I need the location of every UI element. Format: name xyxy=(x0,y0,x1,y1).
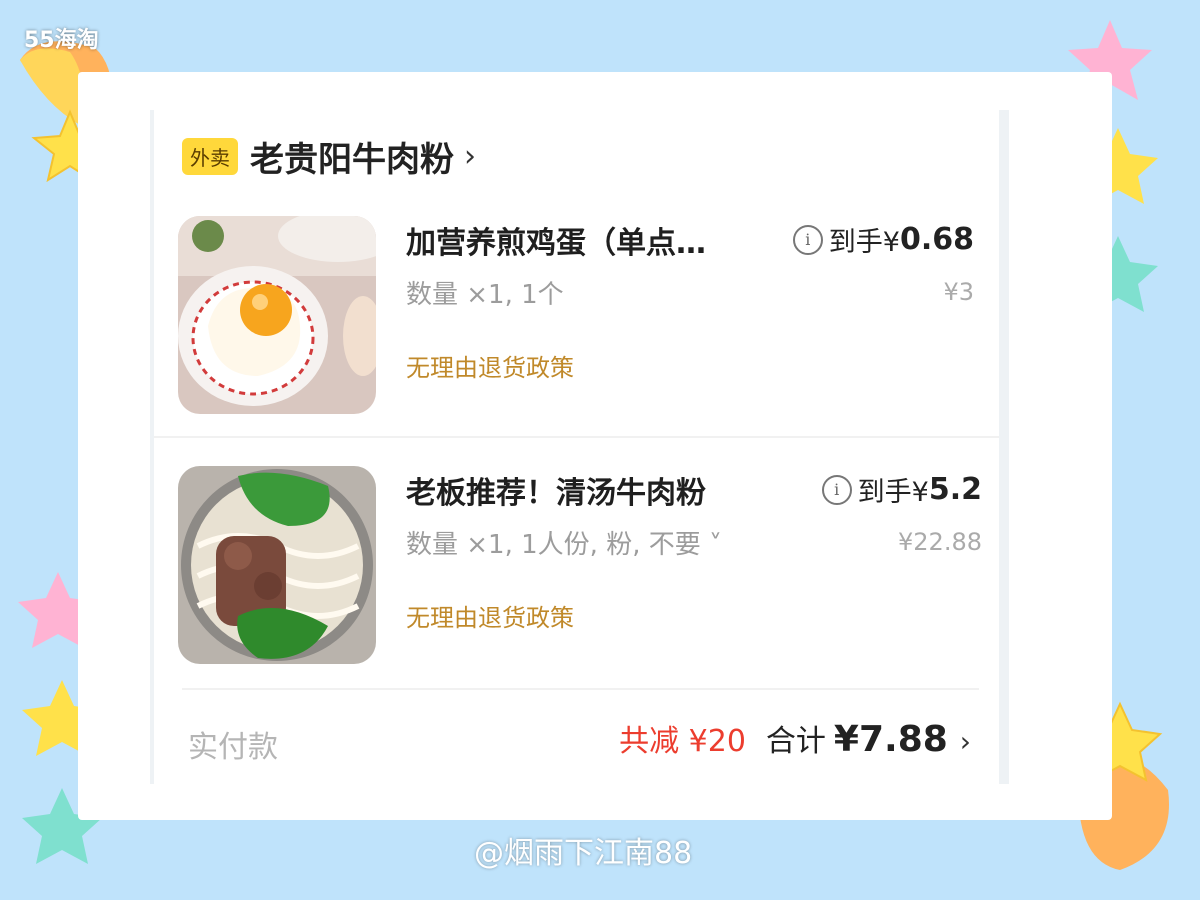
item-title: 加营养煎鸡蛋（单点… xyxy=(406,226,706,261)
beef-noodle-image xyxy=(178,466,376,664)
total-summary[interactable]: 共减 ¥20 合计 ¥7.88 › xyxy=(619,716,971,760)
store-header[interactable]: 外卖 老贵阳牛肉粉 › xyxy=(182,132,476,181)
store-name: 老贵阳牛肉粉 xyxy=(250,140,454,180)
delivery-tag: 外卖 xyxy=(182,138,238,175)
info-icon[interactable]: i xyxy=(792,224,823,255)
item-spec: 数量 ×1, 1个 xyxy=(406,280,564,310)
order-card: 外卖 老贵阳牛肉粉 › 加营养煎鸡蛋（单点… 数量 ×1, 1个 无理由退货政策… xyxy=(150,110,1009,784)
total-amount: ¥7.88 xyxy=(833,719,948,760)
watermark-bottom: @烟雨下江南88 xyxy=(474,836,693,871)
final-price: i 到手¥ 0.68 xyxy=(792,220,974,259)
divider xyxy=(154,436,999,438)
order-item[interactable]: 老板推荐！清汤牛肉粉 数量 ×1, 1人份, 粉, 不要 ˅ 无理由退货政策 i… xyxy=(178,466,982,676)
paid-label: 实付款 xyxy=(188,730,278,765)
original-price: ¥3 xyxy=(943,278,974,306)
total-label: 合计 xyxy=(765,724,826,759)
final-price-label: 到手¥ xyxy=(857,477,929,508)
final-price-label: 到手¥ xyxy=(828,227,900,258)
fried-egg-image xyxy=(178,216,376,414)
return-policy: 无理由退货政策 xyxy=(406,354,574,382)
final-price: i 到手¥ 5.2 xyxy=(821,470,982,509)
item-spec[interactable]: 数量 ×1, 1人份, 粉, 不要 ˅ xyxy=(406,524,722,561)
item-title: 老板推荐！清汤牛肉粉 xyxy=(406,476,706,511)
watermark-top: 55海淘 xyxy=(24,28,99,53)
return-policy: 无理由退货政策 xyxy=(406,604,574,632)
chevron-right-icon: › xyxy=(464,139,476,174)
original-price: ¥22.88 xyxy=(898,528,982,556)
chevron-right-icon: › xyxy=(959,725,971,758)
final-price-amount: 0.68 xyxy=(899,222,974,257)
info-icon[interactable]: i xyxy=(821,474,852,505)
order-item[interactable]: 加营养煎鸡蛋（单点… 数量 ×1, 1个 无理由退货政策 i 到手¥ 0.68 … xyxy=(178,216,978,426)
divider xyxy=(182,688,979,690)
final-price-amount: 5.2 xyxy=(928,472,982,507)
discount-amount: 共减 ¥20 xyxy=(619,724,746,759)
